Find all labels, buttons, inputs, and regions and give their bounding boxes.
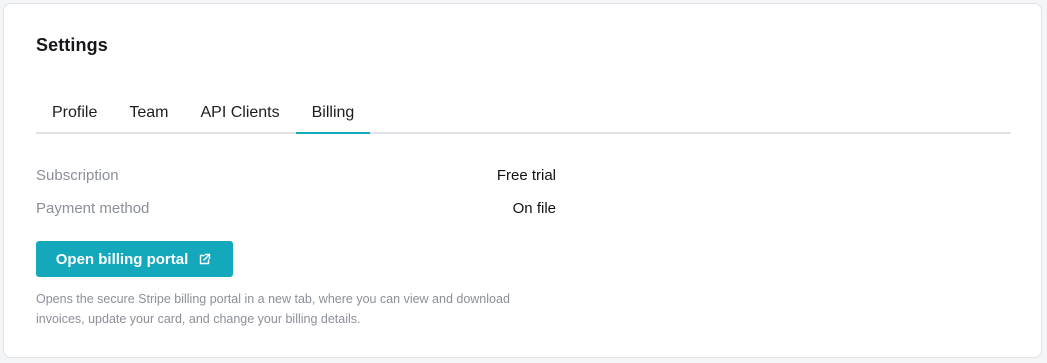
tab-billing[interactable]: Billing bbox=[295, 100, 371, 134]
page-title: Settings bbox=[36, 35, 108, 55]
tab-profile[interactable]: Profile bbox=[36, 100, 113, 132]
subscription-row: Subscription Free trial bbox=[36, 167, 556, 189]
billing-portal-help-text: Opens the secure Stripe billing portal i… bbox=[36, 292, 510, 326]
payment-method-row: Payment method On file bbox=[36, 200, 556, 222]
settings-tabs: Profile Team API Clients Billing bbox=[36, 100, 1011, 134]
open-billing-portal-button[interactable]: Open billing portal bbox=[36, 241, 233, 277]
tab-team[interactable]: Team bbox=[113, 100, 184, 132]
open-billing-portal-label: Open billing portal bbox=[55, 250, 189, 268]
payment-method-label: Payment method bbox=[36, 200, 150, 217]
tab-api-clients[interactable]: API Clients bbox=[184, 100, 295, 132]
payment-method-value: On file bbox=[512, 200, 556, 217]
settings-card: Settings Profile Team API Clients Billin… bbox=[3, 3, 1042, 358]
subscription-label: Subscription bbox=[36, 167, 119, 184]
external-link-icon bbox=[198, 253, 211, 266]
subscription-value: Free trial bbox=[496, 167, 556, 184]
